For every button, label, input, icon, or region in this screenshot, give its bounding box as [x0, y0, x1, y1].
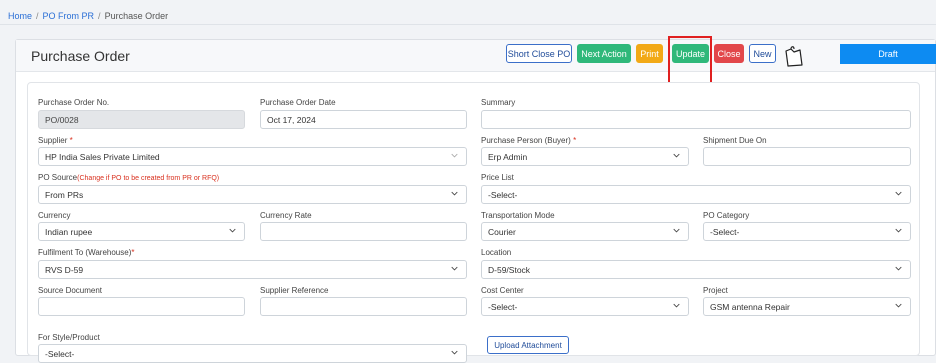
breadcrumb-po-from-pr-link[interactable]: PO From PR	[43, 11, 95, 21]
po-source-select[interactable]: From PRs	[38, 185, 467, 204]
price-list-select[interactable]: -Select-	[481, 185, 911, 204]
short-close-po-button[interactable]: Short Close PO	[506, 44, 572, 63]
chevron-down-icon	[673, 153, 680, 158]
project-value: GSM antenna Repair	[710, 301, 790, 312]
supplier-label: Supplier *	[38, 136, 73, 145]
breadcrumb-separator: /	[36, 11, 39, 21]
project-label: Project	[703, 286, 728, 295]
currency-rate-label: Currency Rate	[260, 211, 312, 220]
po-category-select[interactable]: -Select-	[703, 222, 911, 241]
transport-mode-select[interactable]: Courier	[481, 222, 689, 241]
supplier-ref-field[interactable]	[260, 297, 467, 316]
style-product-label: For Style/Product	[38, 333, 100, 342]
currency-label: Currency	[38, 211, 71, 220]
chevron-down-icon	[895, 303, 902, 308]
transport-mode-value: Courier	[488, 226, 516, 237]
chevron-down-icon	[451, 191, 458, 196]
supplier-value: HP India Sales Private Limited	[45, 151, 160, 162]
price-list-value: -Select-	[488, 189, 518, 200]
document-icon[interactable]	[782, 44, 806, 68]
shipment-due-field[interactable]	[703, 147, 911, 166]
new-button[interactable]: New	[749, 44, 776, 63]
shipment-due-label: Shipment Due On	[703, 136, 767, 145]
status-badge: Draft	[840, 44, 936, 64]
source-doc-field[interactable]	[38, 297, 245, 316]
po-date-label: Purchase Order Date	[260, 98, 336, 107]
fulfilment-value: RVS D-59	[45, 264, 84, 275]
project-select[interactable]: GSM antenna Repair	[703, 297, 911, 316]
divider	[0, 24, 936, 25]
style-product-value: -Select-	[45, 348, 75, 359]
currency-value: Indian rupee	[45, 226, 93, 237]
currency-rate-field[interactable]	[260, 222, 467, 241]
purchase-person-select[interactable]: Erp Admin	[481, 147, 689, 166]
po-category-label: PO Category	[703, 211, 750, 220]
supplier-ref-label: Supplier Reference	[260, 286, 329, 295]
print-button[interactable]: Print	[636, 44, 663, 63]
purchase-person-label: Purchase Person (Buyer) *	[481, 136, 577, 145]
po-category-value: -Select-	[710, 226, 740, 237]
po-source-label: PO Source(Change if PO to be created fro…	[38, 173, 220, 182]
chevron-down-icon	[229, 228, 236, 233]
breadcrumb-current: Purchase Order	[104, 11, 169, 21]
upload-attachment-button[interactable]: Upload Attachment	[487, 336, 569, 354]
chevron-down-icon	[451, 153, 458, 158]
po-source-value: From PRs	[45, 189, 84, 200]
transport-mode-label: Transportation Mode	[481, 211, 555, 220]
po-no-field: PO/0028	[38, 110, 245, 129]
style-product-select[interactable]: -Select-	[38, 344, 467, 363]
po-no-label: Purchase Order No.	[38, 98, 110, 107]
chevron-down-icon	[451, 266, 458, 271]
currency-select[interactable]: Indian rupee	[38, 222, 245, 241]
chevron-down-icon	[895, 266, 902, 271]
summary-label: Summary	[481, 98, 516, 107]
fulfilment-label: Fulfilment To (Warehouse)*	[38, 248, 135, 257]
next-action-button[interactable]: Next Action	[577, 44, 631, 63]
breadcrumb-separator: /	[98, 11, 101, 21]
chevron-down-icon	[451, 350, 458, 355]
location-label: Location	[481, 248, 512, 257]
source-doc-label: Source Document	[38, 286, 103, 295]
close-button[interactable]: Close	[714, 44, 744, 63]
purchase-person-value: Erp Admin	[488, 151, 528, 162]
cost-center-select[interactable]: -Select-	[481, 297, 689, 316]
breadcrumb: Home / PO From PR / Purchase Order	[8, 11, 168, 21]
summary-field[interactable]	[481, 110, 911, 129]
cost-center-label: Cost Center	[481, 286, 524, 295]
supplier-select[interactable]: HP India Sales Private Limited	[38, 147, 467, 166]
breadcrumb-home-link[interactable]: Home	[8, 11, 32, 21]
chevron-down-icon	[895, 191, 902, 196]
chevron-down-icon	[673, 228, 680, 233]
chevron-down-icon	[673, 303, 680, 308]
page-title: Purchase Order	[31, 48, 130, 64]
cost-center-value: -Select-	[488, 301, 518, 312]
fulfilment-select[interactable]: RVS D-59	[38, 260, 467, 279]
location-value: D-59/Stock	[488, 264, 531, 275]
location-select[interactable]: D-59/Stock	[481, 260, 911, 279]
po-date-field[interactable]: Oct 17, 2024	[260, 110, 467, 129]
chevron-down-icon	[895, 228, 902, 233]
price-list-label: Price List	[481, 173, 514, 182]
